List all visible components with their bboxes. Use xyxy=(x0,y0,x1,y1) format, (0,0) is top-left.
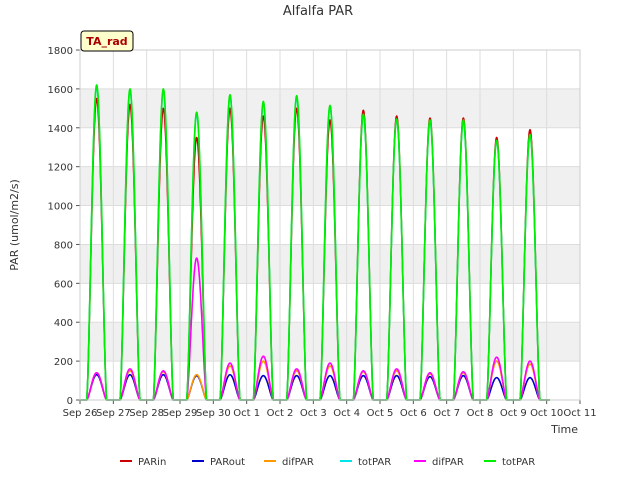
plot-band xyxy=(80,166,580,206)
annotation-box: TA_rad xyxy=(80,30,134,52)
x-tick-label: Oct 7 xyxy=(433,408,460,419)
x-axis-label: Time xyxy=(550,423,578,436)
x-tick-label: Oct 6 xyxy=(400,408,427,419)
x-tick-label: Oct 11 xyxy=(563,408,596,419)
x-tick-label: Oct 9 xyxy=(500,408,527,419)
plot-band xyxy=(80,244,580,284)
x-tick-label: Oct 3 xyxy=(300,408,327,419)
y-tick-label: 1400 xyxy=(48,124,73,135)
legend-label: difPAR xyxy=(432,457,464,468)
annotation-label: TA_rad xyxy=(86,35,127,48)
x-tick-label: Oct 8 xyxy=(467,408,494,419)
y-tick-label: 600 xyxy=(54,279,73,290)
legend-label: totPAR xyxy=(502,457,535,468)
x-tick-label: Oct 4 xyxy=(333,408,360,419)
chart-title: Alfalfa PAR xyxy=(283,4,353,19)
x-tick-label: Oct 5 xyxy=(367,408,394,419)
x-tick-label: Oct 10 xyxy=(530,408,563,419)
legend-label: difPAR xyxy=(282,457,314,468)
legend-label: PARin xyxy=(138,457,166,468)
y-axis-label: PAR (umol/m2/s) xyxy=(8,179,21,271)
legend-label: PARout xyxy=(210,457,245,468)
chart: Alfalfa PAR 0 200 400 600 800 1000 1200 1400 160… xyxy=(8,4,597,468)
y-tick-label: 200 xyxy=(54,357,73,368)
y-tick-label: 1200 xyxy=(48,163,73,174)
y-tick-label: 1800 xyxy=(48,46,73,57)
x-tick-label: Oct 2 xyxy=(267,408,294,419)
legend-label: totPAR xyxy=(358,457,391,468)
y-tick-label: 400 xyxy=(54,318,73,329)
x-tick-label: Sep 26 xyxy=(63,408,98,419)
y-tick-label: 800 xyxy=(54,240,73,251)
x-tick-label: Sep 28 xyxy=(129,408,164,419)
y-tick-label: 1000 xyxy=(48,202,73,213)
legend: PARin PARout difPAR totPAR difPAR totPAR xyxy=(120,457,535,468)
x-tick-label: Sep 29 xyxy=(163,408,198,419)
y-tick-label: 1600 xyxy=(48,85,73,96)
x-tick-label: Sep 30 xyxy=(196,408,231,419)
x-tick-label: Sep 27 xyxy=(96,408,131,419)
y-tick-label: 0 xyxy=(67,396,73,407)
x-tick-label: Oct 1 xyxy=(233,408,260,419)
